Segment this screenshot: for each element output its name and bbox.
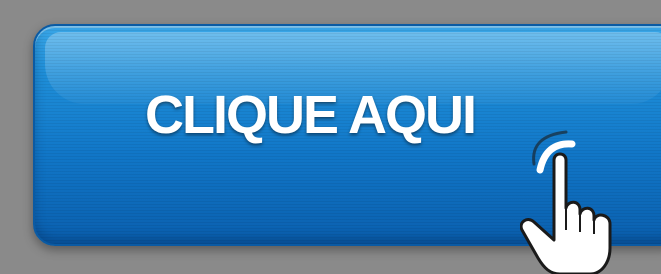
hand-pointer-icon — [520, 130, 612, 274]
canvas: CLIQUE AQUI — [0, 0, 661, 274]
button-label: CLIQUE AQUI — [145, 85, 477, 145]
